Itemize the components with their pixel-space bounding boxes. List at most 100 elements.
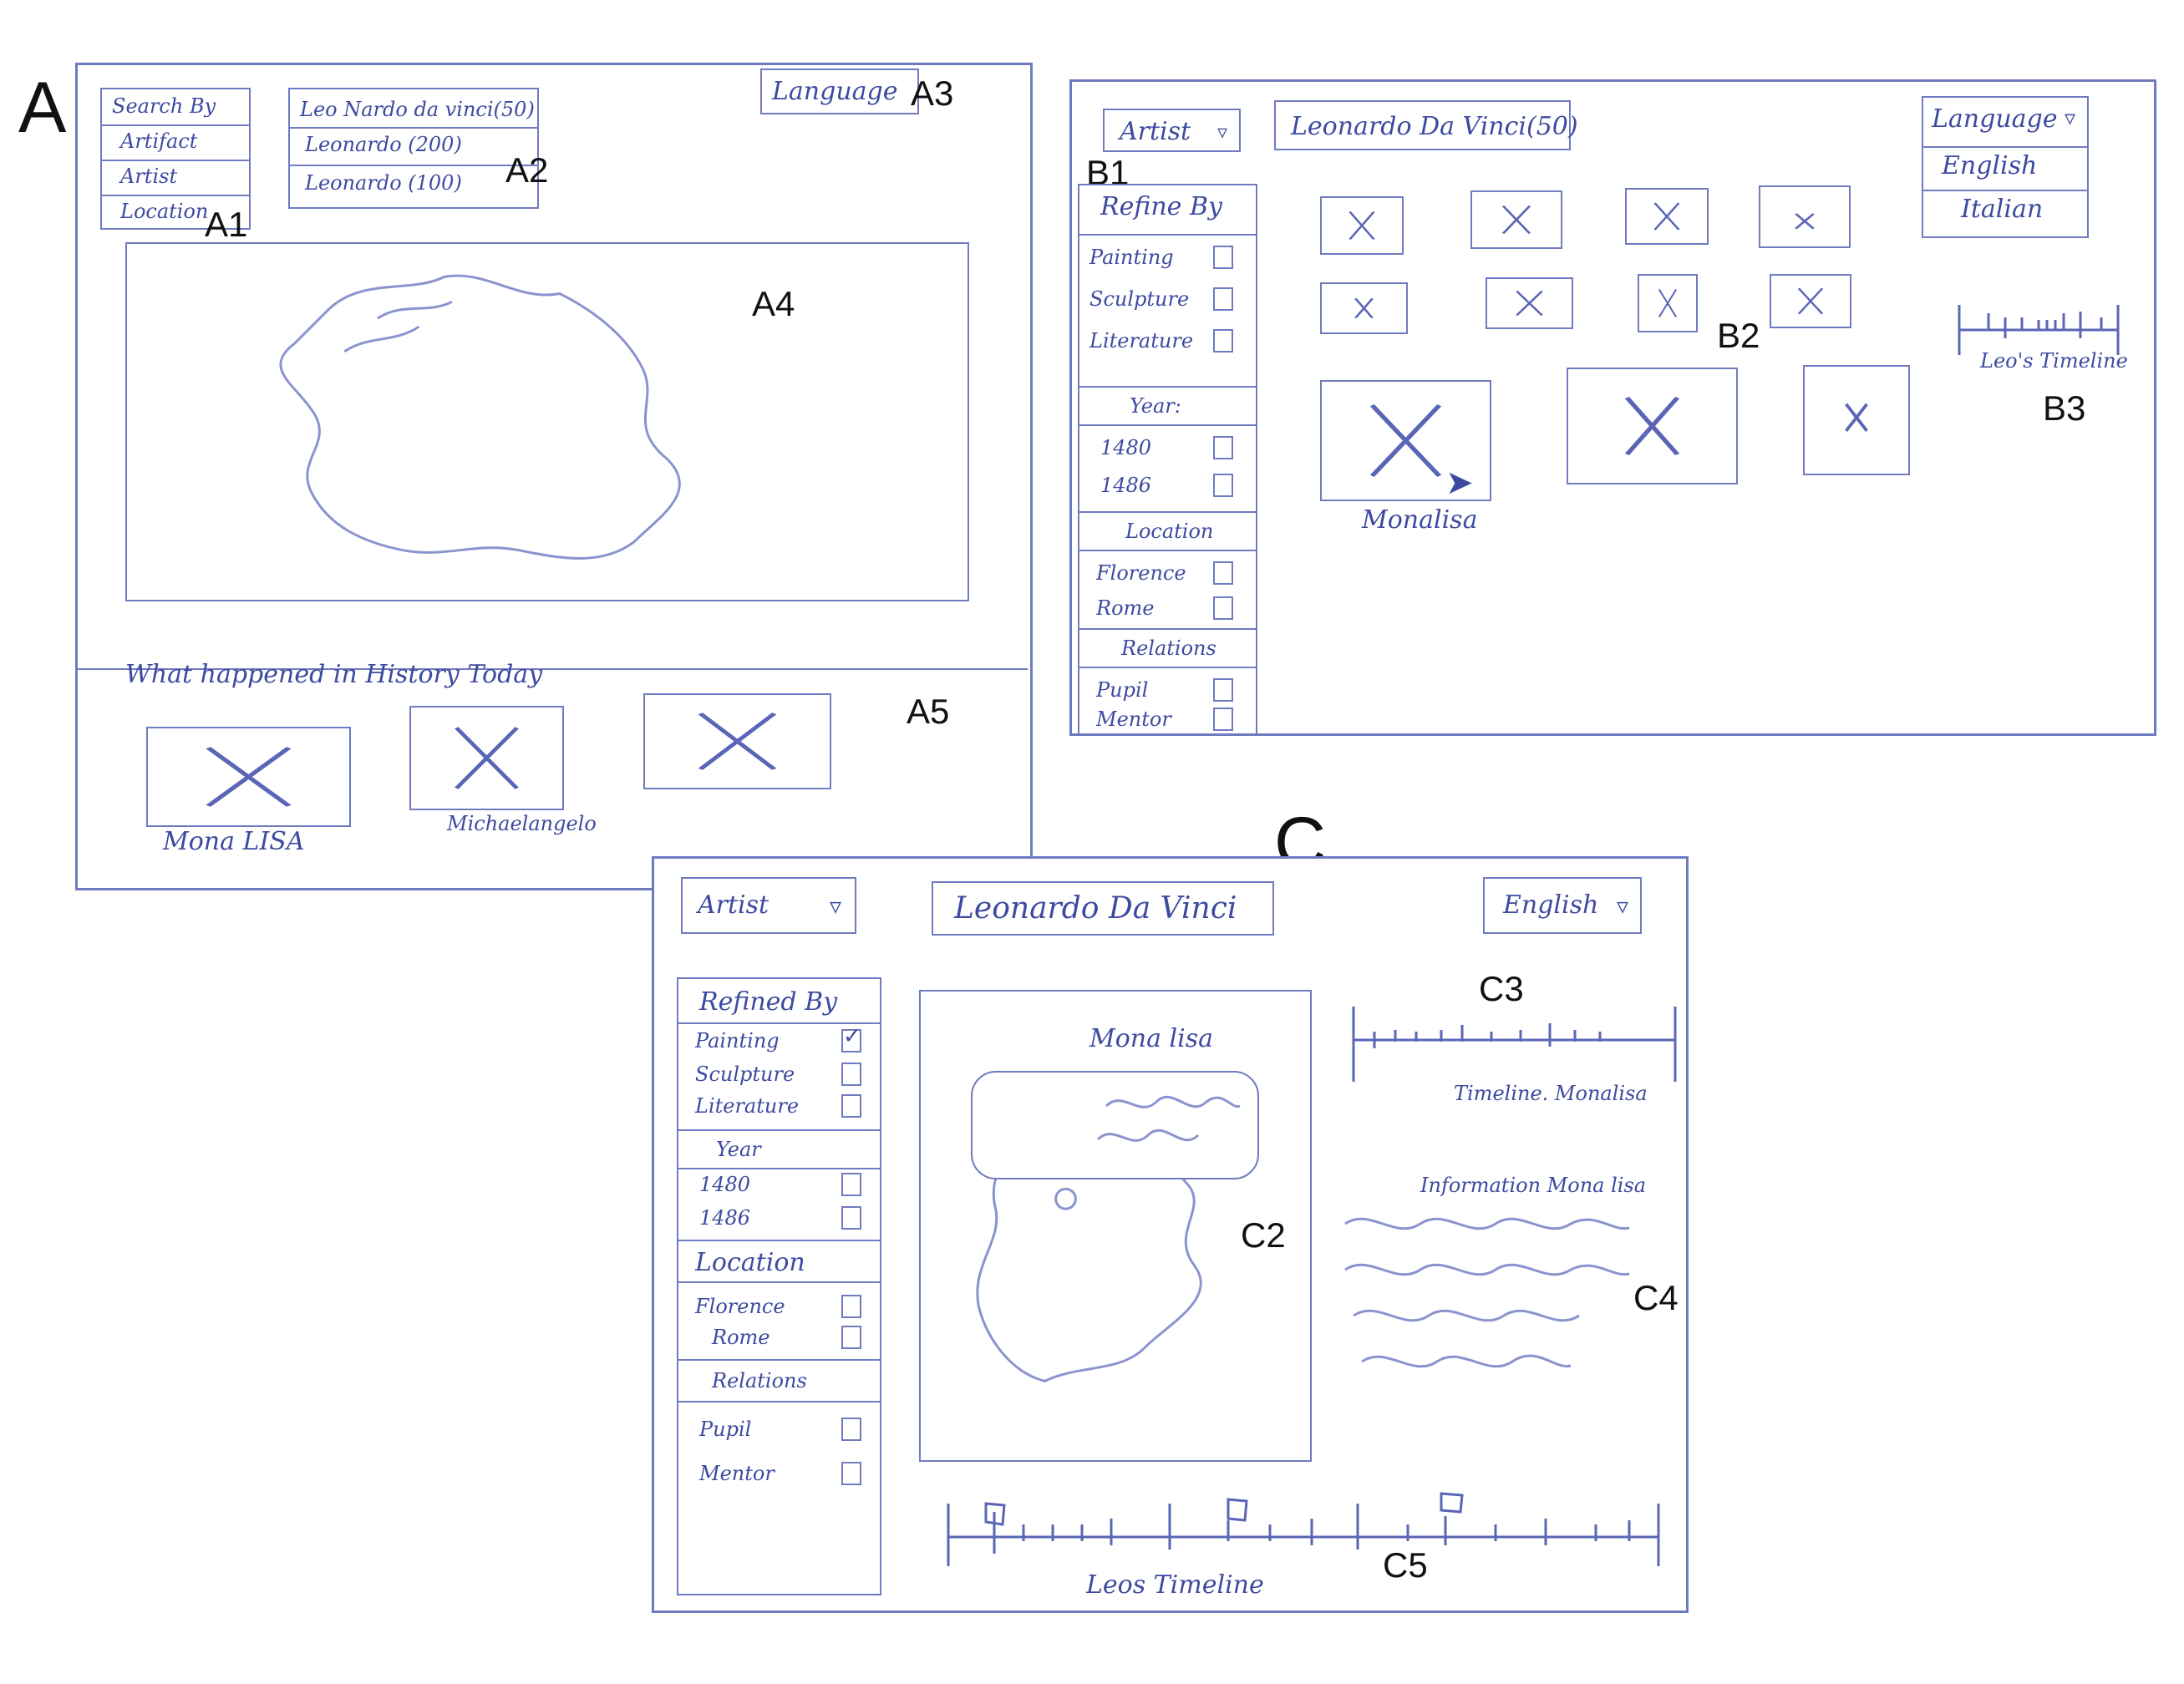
filter-checkbox[interactable] (1213, 561, 1233, 585)
filter-checkbox[interactable] (841, 1326, 861, 1349)
refine-sidebar: Refined By Painting Sculpture Literature… (677, 977, 881, 1595)
filter-section-title: Year: (1130, 394, 1181, 418)
leo-timeline[interactable] (944, 1487, 1663, 1570)
search-type-select[interactable]: Artist ▿ (1103, 109, 1241, 152)
result-thumbnail[interactable] (1638, 274, 1698, 332)
callout-a1: A1 (205, 205, 248, 244)
language-dropdown[interactable]: Language ▿ English Italian (1922, 96, 2089, 238)
filter-checkbox[interactable] (841, 1094, 861, 1118)
suggestion-item[interactable]: Leo Nardo da vinci(50) (300, 98, 535, 121)
result-thumbnail[interactable] (1625, 188, 1709, 245)
result-thumbnail[interactable] (1470, 190, 1562, 249)
history-caption: Mona LISA (163, 827, 305, 856)
artwork-caption-bubble: Mona lisa (971, 1024, 1259, 1179)
callout-c4: C4 (1633, 1278, 1679, 1317)
callout-c5: C5 (1383, 1545, 1428, 1585)
search-type-select[interactable]: Artist ▿ (681, 877, 856, 934)
language-label: Language (772, 77, 898, 106)
filter-section-title: Year (716, 1138, 761, 1161)
result-thumbnail[interactable] (1486, 277, 1573, 329)
history-thumbnail[interactable] (146, 727, 351, 827)
artwork-timeline[interactable] (1349, 998, 1679, 1090)
search-input-value: Leonardo Da Vinci (954, 891, 1237, 926)
suggestion-item[interactable]: Leonardo (200) (305, 133, 462, 156)
suggestion-item[interactable]: Leonardo (100) (305, 171, 462, 195)
filter-checkbox[interactable] (841, 1173, 861, 1196)
chevron-down-icon: ▿ (2064, 106, 2075, 131)
filter-checkbox-checked[interactable] (841, 1024, 861, 1052)
search-suggestions: Leo Nardo da vinci(50) Leonardo (200) Le… (288, 88, 539, 209)
filter-option: Mentor (699, 1462, 775, 1485)
filter-option: 1480 (699, 1173, 751, 1196)
filter-option: 1486 (699, 1206, 751, 1230)
map-scribble-icon (279, 274, 681, 560)
filter-section-title: Location (1125, 520, 1214, 543)
history-caption: Michaelangelo (447, 812, 597, 835)
callout-c2: C2 (1241, 1215, 1286, 1255)
filter-checkbox[interactable] (1213, 474, 1233, 497)
search-option-artifact[interactable]: Artifact (120, 129, 197, 153)
history-thumbnail[interactable] (643, 693, 831, 789)
filter-checkbox[interactable] (1213, 287, 1233, 311)
callout-a2: A2 (505, 150, 549, 190)
filter-option: Florence (1096, 561, 1186, 585)
filter-checkbox[interactable] (841, 1063, 861, 1086)
filter-checkbox[interactable] (1213, 436, 1233, 459)
language-select[interactable]: English ▿ (1483, 877, 1642, 934)
filter-option: 1480 (1100, 436, 1152, 459)
result-thumbnail[interactable] (1320, 282, 1408, 334)
search-option-location[interactable]: Location (120, 200, 208, 223)
history-heading: What happened in History Today (125, 660, 543, 689)
search-input[interactable]: Leonardo Da Vinci (932, 881, 1274, 936)
filter-checkbox[interactable] (841, 1295, 861, 1318)
filter-checkbox[interactable] (1213, 708, 1233, 731)
filter-option: Pupil (1096, 678, 1149, 702)
result-thumbnail[interactable] (1567, 368, 1738, 484)
refine-sidebar: Refine By Painting Sculpture Literature … (1078, 184, 1257, 735)
chevron-down-icon: ▿ (1616, 892, 1628, 920)
search-option-artist[interactable]: Artist (120, 165, 177, 188)
language-option-english[interactable]: English (1942, 151, 2037, 180)
callout-a4: A4 (752, 284, 795, 323)
search-type-value: Artist (698, 890, 769, 920)
language-label: Language (1932, 104, 2058, 134)
filter-checkbox[interactable] (841, 1418, 861, 1441)
filter-option: 1486 (1100, 474, 1152, 497)
search-input[interactable]: Leonardo Da Vinci(50) (1274, 100, 1578, 150)
sketch-a-label: A (18, 68, 67, 148)
history-thumbnail[interactable] (409, 706, 564, 810)
filter-section-title: Relations (1121, 637, 1216, 660)
filter-option: Rome (1096, 596, 1155, 620)
refine-header: Refine By (1100, 192, 1222, 221)
callout-b3: B3 (2043, 388, 2086, 428)
language-option-italian[interactable]: Italian (1961, 195, 2043, 224)
filter-checkbox[interactable] (1213, 329, 1233, 353)
world-map-area[interactable] (125, 242, 969, 601)
filter-section-title: Location (695, 1248, 805, 1277)
result-thumbnail[interactable] (1320, 196, 1404, 255)
chevron-down-icon: ▿ (829, 892, 841, 920)
language-value: English (1503, 890, 1599, 920)
information-heading: Information Mona lisa (1420, 1174, 1647, 1197)
filter-checkbox[interactable] (841, 1462, 861, 1485)
filter-checkbox[interactable] (1213, 596, 1233, 620)
information-text-scribble (1344, 1217, 1630, 1368)
filter-checkbox[interactable] (1213, 678, 1233, 702)
filter-option: Sculpture (695, 1063, 795, 1086)
result-thumbnail[interactable] (1759, 185, 1851, 248)
filter-option: Sculpture (1089, 287, 1190, 311)
filter-checkbox[interactable] (841, 1206, 861, 1230)
search-type-value: Artist (1120, 117, 1191, 146)
filter-checkbox[interactable] (1213, 246, 1233, 269)
filter-option: Literature (1089, 329, 1194, 353)
artwork-title: Mona lisa (1089, 1024, 1213, 1053)
result-thumbnail[interactable] (1803, 365, 1910, 475)
filter-option: Mentor (1096, 708, 1171, 731)
featured-result-caption: Monalisa (1362, 505, 1478, 535)
leo-timeline-label: Leos Timeline (1086, 1570, 1264, 1600)
language-button[interactable]: Language (760, 68, 919, 114)
result-thumbnail[interactable] (1770, 274, 1851, 328)
callout-a5: A5 (907, 692, 950, 731)
filter-option: Painting (695, 1029, 780, 1052)
refine-header: Refined By (699, 987, 838, 1017)
